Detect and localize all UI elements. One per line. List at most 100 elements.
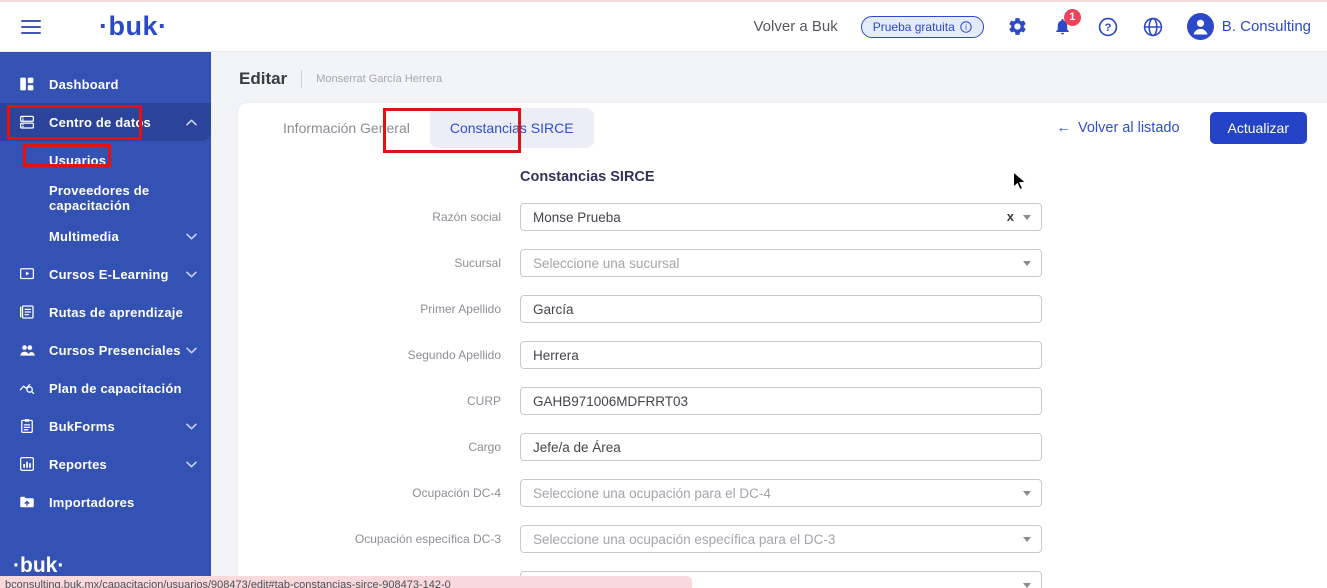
card-header: Información General Constancias SIRCE ← … — [238, 103, 1327, 152]
importer-icon — [18, 493, 36, 511]
field-label: CURP — [238, 394, 501, 408]
field-label: Primer Apellido — [238, 302, 501, 316]
form-heading: Constancias SIRCE — [520, 169, 1327, 185]
user-menu[interactable]: B. Consulting — [1187, 13, 1311, 40]
header-actions: Volver a Buk Prueba gratuita i 1 ? B. Co… — [754, 13, 1327, 40]
chevron-down-icon — [186, 347, 197, 354]
sidebar-item-multimedia[interactable]: Multimedia — [0, 217, 211, 255]
tab-informacion-general[interactable]: Información General — [263, 103, 430, 152]
edit-card: Información General Constancias SIRCE ← … — [238, 103, 1327, 588]
clear-selection-icon[interactable]: x — [1007, 209, 1014, 224]
forms-icon — [18, 417, 36, 435]
field-value: GAHB971006MDFRRT03 — [533, 394, 688, 409]
select-razon-social[interactable]: Monse Prueba x — [520, 203, 1042, 231]
buk-logo: ·buk· — [99, 11, 167, 42]
sidebar-item-bukforms[interactable]: BukForms — [0, 407, 211, 445]
svg-text:i: i — [965, 22, 967, 31]
field-label: Ocupación DC-4 — [238, 486, 501, 500]
sidebar-item-centro-de-datos[interactable]: Centro de datos — [0, 103, 211, 141]
sidebar-item-label: Plan de capacitación — [49, 381, 182, 396]
form-row-cargo: CargoJefe/a de Área — [238, 433, 1327, 461]
chevron-down-icon — [186, 233, 197, 240]
dropdown-caret-icon — [1023, 537, 1031, 542]
hamburger-menu-icon[interactable] — [21, 20, 41, 34]
select-sucursal[interactable]: Seleccione una sucursal — [520, 249, 1042, 277]
elearning-icon — [18, 265, 36, 283]
sidebar-nav: Dashboard Centro de datos Usuarios Proveedo… — [0, 52, 211, 521]
dropdown-caret-icon — [1023, 491, 1031, 496]
avatar — [1187, 13, 1214, 40]
settings-gear-icon[interactable] — [1007, 16, 1029, 38]
sidebar-item-importadores[interactable]: Importadores — [0, 483, 211, 521]
top-accent-line — [0, 0, 1327, 2]
dropdown-caret-icon — [1023, 215, 1031, 220]
sidebar-item-plan-de-capacitacion[interactable]: Plan de capacitación — [0, 369, 211, 407]
input-primer-apellido[interactable]: García — [520, 295, 1042, 323]
dropdown-caret-icon — [1023, 261, 1031, 266]
field-label: Razón social — [238, 210, 501, 224]
sidebar-item-dashboard[interactable]: Dashboard — [0, 65, 211, 103]
field-value: Herrera — [533, 348, 579, 363]
sidebar-item-label: Cursos Presenciales — [49, 343, 181, 358]
volver-a-buk-link[interactable]: Volver a Buk — [754, 18, 838, 35]
breadcrumb-employee-name: Monserrat García Herrera — [316, 73, 442, 85]
sidebar-item-label: Rutas de aprendizaje — [49, 305, 183, 320]
sidebar-item-reportes[interactable]: Reportes — [0, 445, 211, 483]
back-to-list-link[interactable]: ← Volver al listado — [1056, 120, 1179, 136]
field-value: Monse Prueba — [533, 210, 621, 225]
sidebar-item-usuarios[interactable]: Usuarios — [0, 141, 211, 179]
field-placeholder: Seleccione una sucursal — [533, 256, 679, 271]
update-button[interactable]: Actualizar — [1210, 112, 1307, 144]
sidebar-item-cursos-e-learning[interactable]: Cursos E-Learning — [0, 255, 211, 293]
trial-badge[interactable]: Prueba gratuita i — [861, 16, 984, 38]
dashboard-icon — [18, 75, 36, 93]
form-row-ocupacion-dc-4: Ocupación DC-4 Seleccione una ocupación p… — [238, 479, 1327, 507]
field-placeholder: Seleccione una ocupación específica para… — [533, 532, 835, 547]
form-row-razon-social: Razón social Monse Prueba x — [238, 203, 1327, 231]
field-label: Sucursal — [238, 256, 501, 270]
breadcrumb-divider — [301, 70, 302, 88]
sidebar-item-proveedores-de-capacitacion[interactable]: Proveedores de capacitación — [0, 179, 211, 217]
input-segundo-apellido[interactable]: Herrera — [520, 341, 1042, 369]
field-placeholder: Seleccione una ocupación para el DC-4 — [533, 486, 771, 501]
training-plan-icon — [18, 379, 36, 397]
people-icon — [18, 341, 36, 359]
browser-status-bar: bconsulting.buk.mx/capacitacion/usuarios… — [0, 576, 692, 588]
sidebar-item-label: Centro de datos — [49, 115, 151, 130]
field-value: Jefe/a de Área — [533, 440, 621, 455]
sidebar-item-label: Cursos E-Learning — [49, 267, 169, 282]
sidebar-item-label: Reportes — [49, 457, 107, 472]
sidebar-item-cursos-presenciales[interactable]: Cursos Presenciales — [0, 331, 211, 369]
constancias-form: Constancias SIRCE Razón social Monse Prue… — [238, 152, 1327, 588]
form-row-sucursal: Sucursal Seleccione una sucursal — [238, 249, 1327, 277]
help-icon[interactable]: ? — [1097, 16, 1119, 38]
tab-constancias-sirce[interactable]: Constancias SIRCE — [430, 108, 594, 148]
top-navbar: ·buk· Volver a Buk Prueba gratuita i 1 ?… — [0, 2, 1327, 52]
form-row-primer-apellido: Primer Apellido García — [238, 295, 1327, 323]
chevron-up-icon — [186, 119, 197, 126]
dropdown-caret-icon — [1023, 583, 1031, 588]
form-row-segundo-apellido: Segundo ApellidoHerrera — [238, 341, 1327, 369]
field-value: García — [533, 302, 574, 317]
learning-path-icon — [18, 303, 36, 321]
select-ocupacion-dc-4[interactable]: Seleccione una ocupación para el DC-4 — [520, 479, 1042, 507]
notifications-bell-icon[interactable]: 1 — [1052, 16, 1074, 38]
input-curp[interactable]: GAHB971006MDFRRT03 — [520, 387, 1042, 415]
form-row-ocupacion-especifica-dc-3: Ocupación específica DC-3 Seleccione una … — [238, 525, 1327, 553]
chevron-down-icon — [186, 271, 197, 278]
user-name: B. Consulting — [1222, 18, 1311, 35]
form-row-curp: CURP GAHB971006MDFRRT03 — [238, 387, 1327, 415]
breadcrumb: Editar Monserrat García Herrera — [211, 52, 1327, 89]
sidebar-item-label: BukForms — [49, 419, 115, 434]
select-ocupacion-especifica-dc-3[interactable]: Seleccione una ocupación específica para… — [520, 525, 1042, 553]
field-label: Ocupación específica DC-3 — [238, 532, 501, 546]
chevron-down-icon — [186, 423, 197, 430]
data-center-icon — [18, 113, 36, 131]
reports-icon — [18, 455, 36, 473]
input-cargo[interactable]: Jefe/a de Área — [520, 433, 1042, 461]
chevron-down-icon — [186, 461, 197, 468]
sidebar-item-rutas-de-aprendizaje[interactable]: Rutas de aprendizaje — [0, 293, 211, 331]
page-title: Editar — [239, 69, 287, 89]
globe-language-icon[interactable] — [1142, 16, 1164, 38]
sidebar-item-label: Proveedores de capacitación — [49, 183, 197, 213]
